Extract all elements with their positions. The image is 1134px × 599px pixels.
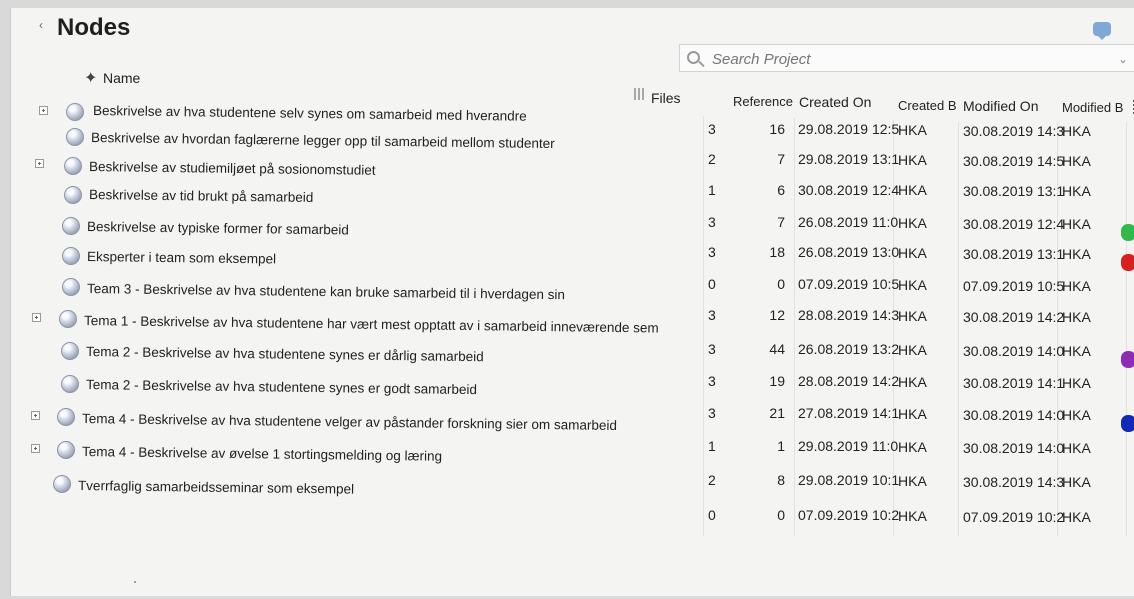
node-icon xyxy=(62,247,80,265)
node-name[interactable]: Tema 2 - Beskrivelse av hva studentene s… xyxy=(86,344,484,364)
node-icon xyxy=(57,441,75,459)
references-count: 0 xyxy=(777,507,785,523)
nvivo-nodes-panel: ‹ Nodes ⌄ ✦ Name Files Reference Created… xyxy=(10,8,1134,596)
panel-title: Nodes xyxy=(57,14,131,41)
expand-icon[interactable] xyxy=(31,444,40,453)
table-row[interactable]: Tverrfaglig samarbeidsseminar som eksemp… xyxy=(11,468,1134,525)
table-row[interactable]: Beskrivelse av tid brukt på samarbeid 3 … xyxy=(11,182,1134,241)
search-project-box[interactable]: ⌄ xyxy=(679,44,1134,72)
node-icon xyxy=(61,342,79,360)
files-count: 0 xyxy=(708,507,716,523)
node-icon xyxy=(59,310,77,328)
node-icon xyxy=(61,375,79,393)
search-icon xyxy=(687,51,700,64)
table-row[interactable]: Beskrivelse av hva studentene selv synes… xyxy=(11,98,1134,139)
collapse-arrow-icon[interactable]: ‹ xyxy=(39,18,43,32)
node-icon xyxy=(66,103,84,121)
comment-icon[interactable] xyxy=(1093,22,1111,40)
node-icon xyxy=(66,128,84,146)
node-name[interactable]: Tema 2 - Beskrivelse av hva studentene s… xyxy=(86,377,477,397)
node-icon xyxy=(62,217,80,235)
node-icon xyxy=(64,186,82,204)
node-name[interactable]: Tema 4 - Beskrivelse av øvelse 1 stortin… xyxy=(82,444,442,464)
table-row[interactable]: Beskrivelse av studiemiljøet på sosionom… xyxy=(11,153,1134,199)
node-name[interactable]: Tema 1 - Beskrivelse av hva studentene h… xyxy=(84,313,659,336)
table-row[interactable]: Eksperter i team som eksempel 0 0 07.09.… xyxy=(11,242,1134,294)
table-row[interactable]: Team 3 - Beskrivelse av hva studentene k… xyxy=(11,272,1134,325)
table-row[interactable]: Tema 4 - Beskrivelse av hva studentene v… xyxy=(11,402,1134,456)
name-column-header[interactable]: Name xyxy=(103,70,140,86)
node-name[interactable]: Beskrivelse av tid brukt på samarbeid xyxy=(89,187,314,205)
expand-icon[interactable] xyxy=(32,313,41,322)
table-row[interactable]: Tema 4 - Beskrivelse av øvelse 1 stortin… xyxy=(11,435,1134,490)
node-name[interactable]: Tema 4 - Beskrivelse av hva studentene v… xyxy=(82,411,617,433)
created-on: 07.09.2019 10:2 xyxy=(798,507,900,523)
pin-icon[interactable]: ✦ xyxy=(84,68,97,88)
node-name[interactable]: Beskrivelse av typiske former for samarb… xyxy=(87,219,349,237)
expand-icon[interactable] xyxy=(31,411,40,420)
screen-dust-dot xyxy=(134,581,136,583)
node-icon xyxy=(53,475,71,493)
node-name[interactable]: Team 3 - Beskrivelse av hva studentene k… xyxy=(87,281,565,302)
node-name[interactable]: Beskrivelse av hva studentene selv synes… xyxy=(93,103,527,124)
node-name[interactable]: Beskrivelse av hvordan faglærerne legger… xyxy=(91,130,555,151)
node-icon xyxy=(62,278,80,296)
expand-icon[interactable] xyxy=(35,159,44,168)
node-icon xyxy=(64,157,82,175)
table-row[interactable]: Beskrivelse av hvordan faglærerne legger… xyxy=(11,124,1134,169)
search-input[interactable] xyxy=(710,49,1104,69)
modified-on: 07.09.2019 10:2 xyxy=(963,509,1065,525)
node-icon xyxy=(57,408,75,426)
chevron-down-icon[interactable]: ⌄ xyxy=(1118,52,1128,66)
table-row[interactable]: Tema 1 - Beskrivelse av hva studentene h… xyxy=(11,305,1134,368)
node-name[interactable]: Eksperter i team som eksempel xyxy=(87,249,276,266)
table-row[interactable]: Tema 2 - Beskrivelse av hva studentene s… xyxy=(11,336,1134,391)
created-by: HKA xyxy=(898,508,927,524)
expand-icon[interactable] xyxy=(39,106,48,115)
modified-by: HKA xyxy=(1062,509,1091,525)
node-name[interactable]: Beskrivelse av studiemiljøet på sosionom… xyxy=(89,159,376,178)
table-row[interactable]: Tema 2 - Beskrivelse av hva studentene s… xyxy=(11,369,1134,432)
node-name[interactable]: Tverrfaglig samarbeidsseminar som eksemp… xyxy=(78,478,354,497)
table-row[interactable]: Beskrivelse av typiske former for samarb… xyxy=(11,212,1134,271)
